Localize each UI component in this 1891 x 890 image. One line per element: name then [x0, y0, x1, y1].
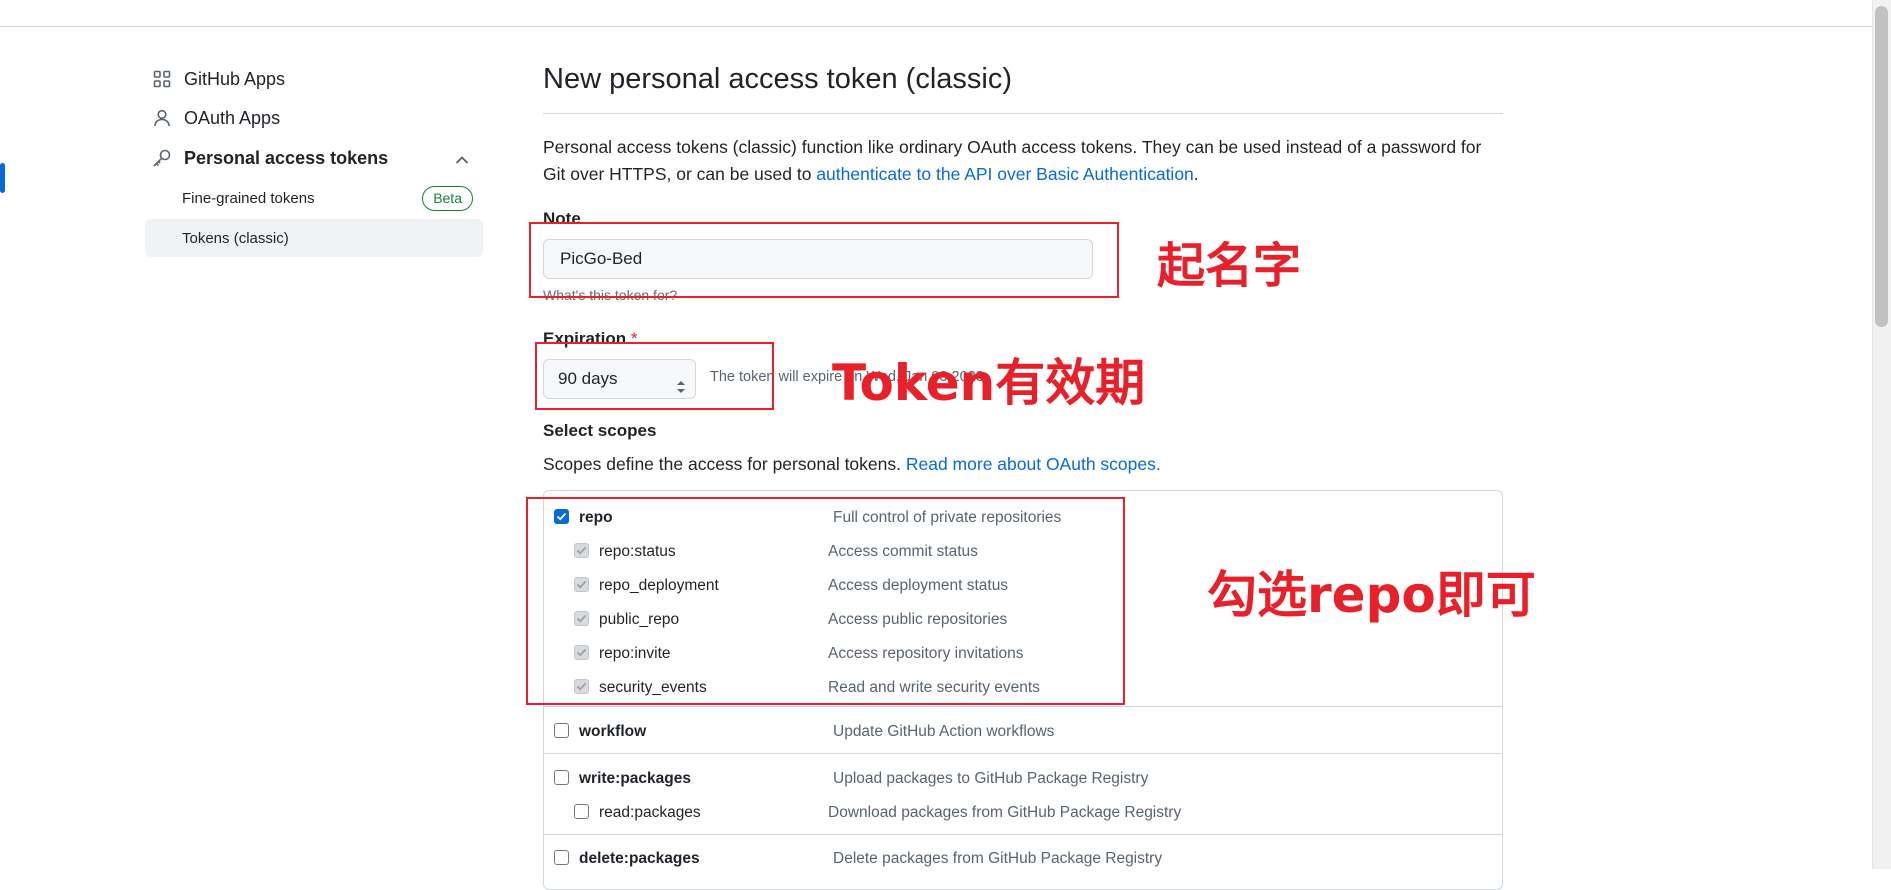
scope-description: Upload packages to GitHub Package Regist… — [833, 770, 1149, 787]
scope-row-write-packages: write:packages Upload packages to GitHub … — [544, 762, 1502, 796]
scope-group-divider — [544, 834, 1502, 835]
intro-period: . — [1193, 164, 1199, 184]
active-item-indicator — [0, 163, 5, 193]
scope-name: delete:packages — [579, 850, 700, 867]
annotation-note-box — [529, 222, 1119, 298]
annotation-scopes-text: 勾选repo即可 — [1207, 566, 1536, 624]
scope-description: Download packages from GitHub Package Re… — [828, 804, 1182, 821]
sidebar-item-label: GitHub Apps — [184, 68, 286, 89]
annotation-scopes-box — [526, 497, 1125, 705]
sidebar-item-tokens-classic[interactable]: Tokens (classic) — [145, 219, 483, 257]
scope-row-delete-packages: delete:packages Delete packages from GitH… — [544, 842, 1502, 876]
sidebar-item-fine-grained-tokens[interactable]: Fine-grained tokens Beta — [145, 179, 483, 217]
scope-group-divider — [544, 706, 1502, 707]
scope-row-read-packages: read:packages Download packages from GitH… — [544, 796, 1502, 830]
scope-description: Delete packages from GitHub Package Regi… — [833, 850, 1163, 867]
annotation-note-text: 起名字 — [1157, 238, 1302, 294]
title-divider — [543, 113, 1503, 114]
intro-text: Personal access tokens (classic) functio… — [543, 134, 1503, 188]
chevron-up-icon[interactable] — [455, 149, 469, 170]
person-icon — [151, 107, 173, 129]
sidebar-item-label: Tokens (classic) — [182, 229, 289, 247]
oauth-scopes-link[interactable]: Read more about OAuth scopes. — [906, 454, 1161, 474]
scope-checkbox[interactable] — [574, 804, 589, 819]
annotation-expiration-box — [535, 342, 774, 410]
scope-row-workflow: workflow Update GitHub Action workflows — [544, 715, 1502, 749]
scrollbar-thumb[interactable] — [1875, 6, 1888, 327]
scope-checkbox[interactable] — [554, 850, 569, 865]
basic-auth-link[interactable]: authenticate to the API over Basic Authe… — [816, 164, 1193, 184]
annotation-expiration-text: Token有效期 — [832, 354, 1146, 412]
sidebar-item-personal-access-tokens[interactable]: Personal access tokens — [133, 139, 483, 177]
scope-checkbox[interactable] — [554, 723, 569, 738]
scope-checkbox[interactable] — [554, 770, 569, 785]
sidebar-item-label: OAuth Apps — [184, 107, 281, 128]
sidebar-item-github-apps[interactable]: GitHub Apps — [133, 60, 483, 98]
scope-name: workflow — [579, 723, 647, 740]
scope-name: write:packages — [579, 770, 691, 787]
scope-group-divider — [544, 753, 1502, 754]
scope-description: Update GitHub Action workflows — [833, 723, 1055, 740]
apps-grid-icon — [151, 68, 173, 90]
vertical-scrollbar[interactable] — [1872, 0, 1891, 869]
key-icon — [151, 147, 173, 169]
page-title: New personal access token (classic) — [543, 63, 1013, 95]
beta-badge: Beta — [422, 186, 473, 211]
sidebar-item-oauth-apps[interactable]: OAuth Apps — [133, 99, 483, 137]
top-header-bar — [0, 0, 1872, 27]
scope-name: read:packages — [599, 804, 701, 821]
select-scopes-label: Select scopes — [543, 421, 657, 440]
scopes-description-text: Scopes define the access for personal to… — [543, 454, 906, 474]
sidebar-item-label: Fine-grained tokens — [182, 189, 315, 207]
scopes-description: Scopes define the access for personal to… — [543, 454, 1161, 475]
sidebar-item-label: Personal access tokens — [184, 147, 389, 168]
